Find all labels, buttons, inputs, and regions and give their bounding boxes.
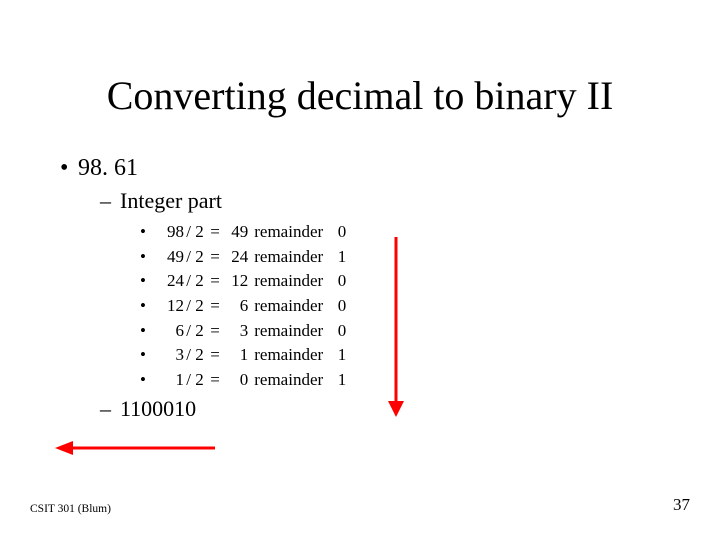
division-step: •24/ 2 =12remainder0: [140, 269, 346, 294]
bullet-dot-icon: •: [140, 343, 158, 368]
equals: =: [210, 319, 226, 344]
dividend: 6: [158, 319, 184, 344]
equals: =: [210, 269, 226, 294]
example-number: 98. 61: [78, 155, 138, 181]
remainder-value: 1: [334, 368, 346, 393]
quotient: 3: [226, 319, 248, 344]
divide-op: / 2: [184, 294, 206, 319]
bullet-level2: –Integer part: [100, 188, 346, 214]
arrow-left-icon: [55, 438, 215, 458]
quotient: 12: [226, 269, 248, 294]
dividend: 12: [158, 294, 184, 319]
remainder-value: 0: [334, 294, 346, 319]
quotient: 49: [226, 220, 248, 245]
equals: =: [210, 294, 226, 319]
bullet-dot-icon: •: [140, 319, 158, 344]
remainder-label: remainder: [254, 245, 334, 270]
bullet-dash-icon: –: [100, 188, 120, 214]
bullet-dot-icon: •: [140, 269, 158, 294]
binary-result: 1100010: [120, 396, 196, 421]
dividend: 49: [158, 245, 184, 270]
equals: =: [210, 368, 226, 393]
division-step: •98/ 2 =49remainder0: [140, 220, 346, 245]
division-step: •12/ 2 =6remainder0: [140, 294, 346, 319]
divide-op: / 2: [184, 269, 206, 294]
dividend: 24: [158, 269, 184, 294]
arrow-down-icon: [385, 237, 407, 417]
bullet-dot-icon: •: [140, 294, 158, 319]
remainder-value: 0: [334, 319, 346, 344]
equals: =: [210, 343, 226, 368]
remainder-value: 1: [334, 245, 346, 270]
bullet-level2-result: –1100010: [100, 396, 346, 422]
divide-op: / 2: [184, 319, 206, 344]
bullet-dot-icon: •: [140, 220, 158, 245]
dividend: 98: [158, 220, 184, 245]
remainder-value: 0: [334, 220, 346, 245]
section-label: Integer part: [120, 188, 222, 213]
quotient: 0: [226, 368, 248, 393]
footer-left: CSIT 301 (Blum): [30, 503, 111, 515]
remainder-label: remainder: [254, 343, 334, 368]
quotient: 6: [226, 294, 248, 319]
remainder-value: 1: [334, 343, 346, 368]
division-steps: •98/ 2 =49remainder0•49/ 2 =24remainder1…: [140, 220, 346, 392]
divide-op: / 2: [184, 245, 206, 270]
remainder-value: 0: [334, 269, 346, 294]
quotient: 24: [226, 245, 248, 270]
division-step: •3/ 2 =1remainder1: [140, 343, 346, 368]
bullet-dot-icon: •: [140, 245, 158, 270]
divide-op: / 2: [184, 343, 206, 368]
divide-op: / 2: [184, 220, 206, 245]
divide-op: / 2: [184, 368, 206, 393]
slide: Converting decimal to binary II •98. 61 …: [0, 0, 720, 540]
remainder-label: remainder: [254, 319, 334, 344]
dividend: 1: [158, 368, 184, 393]
division-step: •49/ 2 =24remainder1: [140, 245, 346, 270]
equals: =: [210, 220, 226, 245]
division-step: •6/ 2 =3remainder0: [140, 319, 346, 344]
bullet-dot-icon: •: [60, 155, 78, 182]
slide-title: Converting decimal to binary II: [0, 72, 720, 119]
division-step: •1/ 2 =0remainder1: [140, 368, 346, 393]
remainder-label: remainder: [254, 294, 334, 319]
footer-right: 37: [673, 495, 690, 515]
remainder-label: remainder: [254, 368, 334, 393]
bullet-dot-icon: •: [140, 368, 158, 393]
remainder-label: remainder: [254, 220, 334, 245]
remainder-label: remainder: [254, 269, 334, 294]
slide-body: •98. 61 –Integer part •98/ 2 =49remainde…: [60, 155, 346, 428]
equals: =: [210, 245, 226, 270]
bullet-dash-icon: –: [100, 396, 120, 422]
dividend: 3: [158, 343, 184, 368]
quotient: 1: [226, 343, 248, 368]
bullet-level1: •98. 61: [60, 155, 346, 182]
